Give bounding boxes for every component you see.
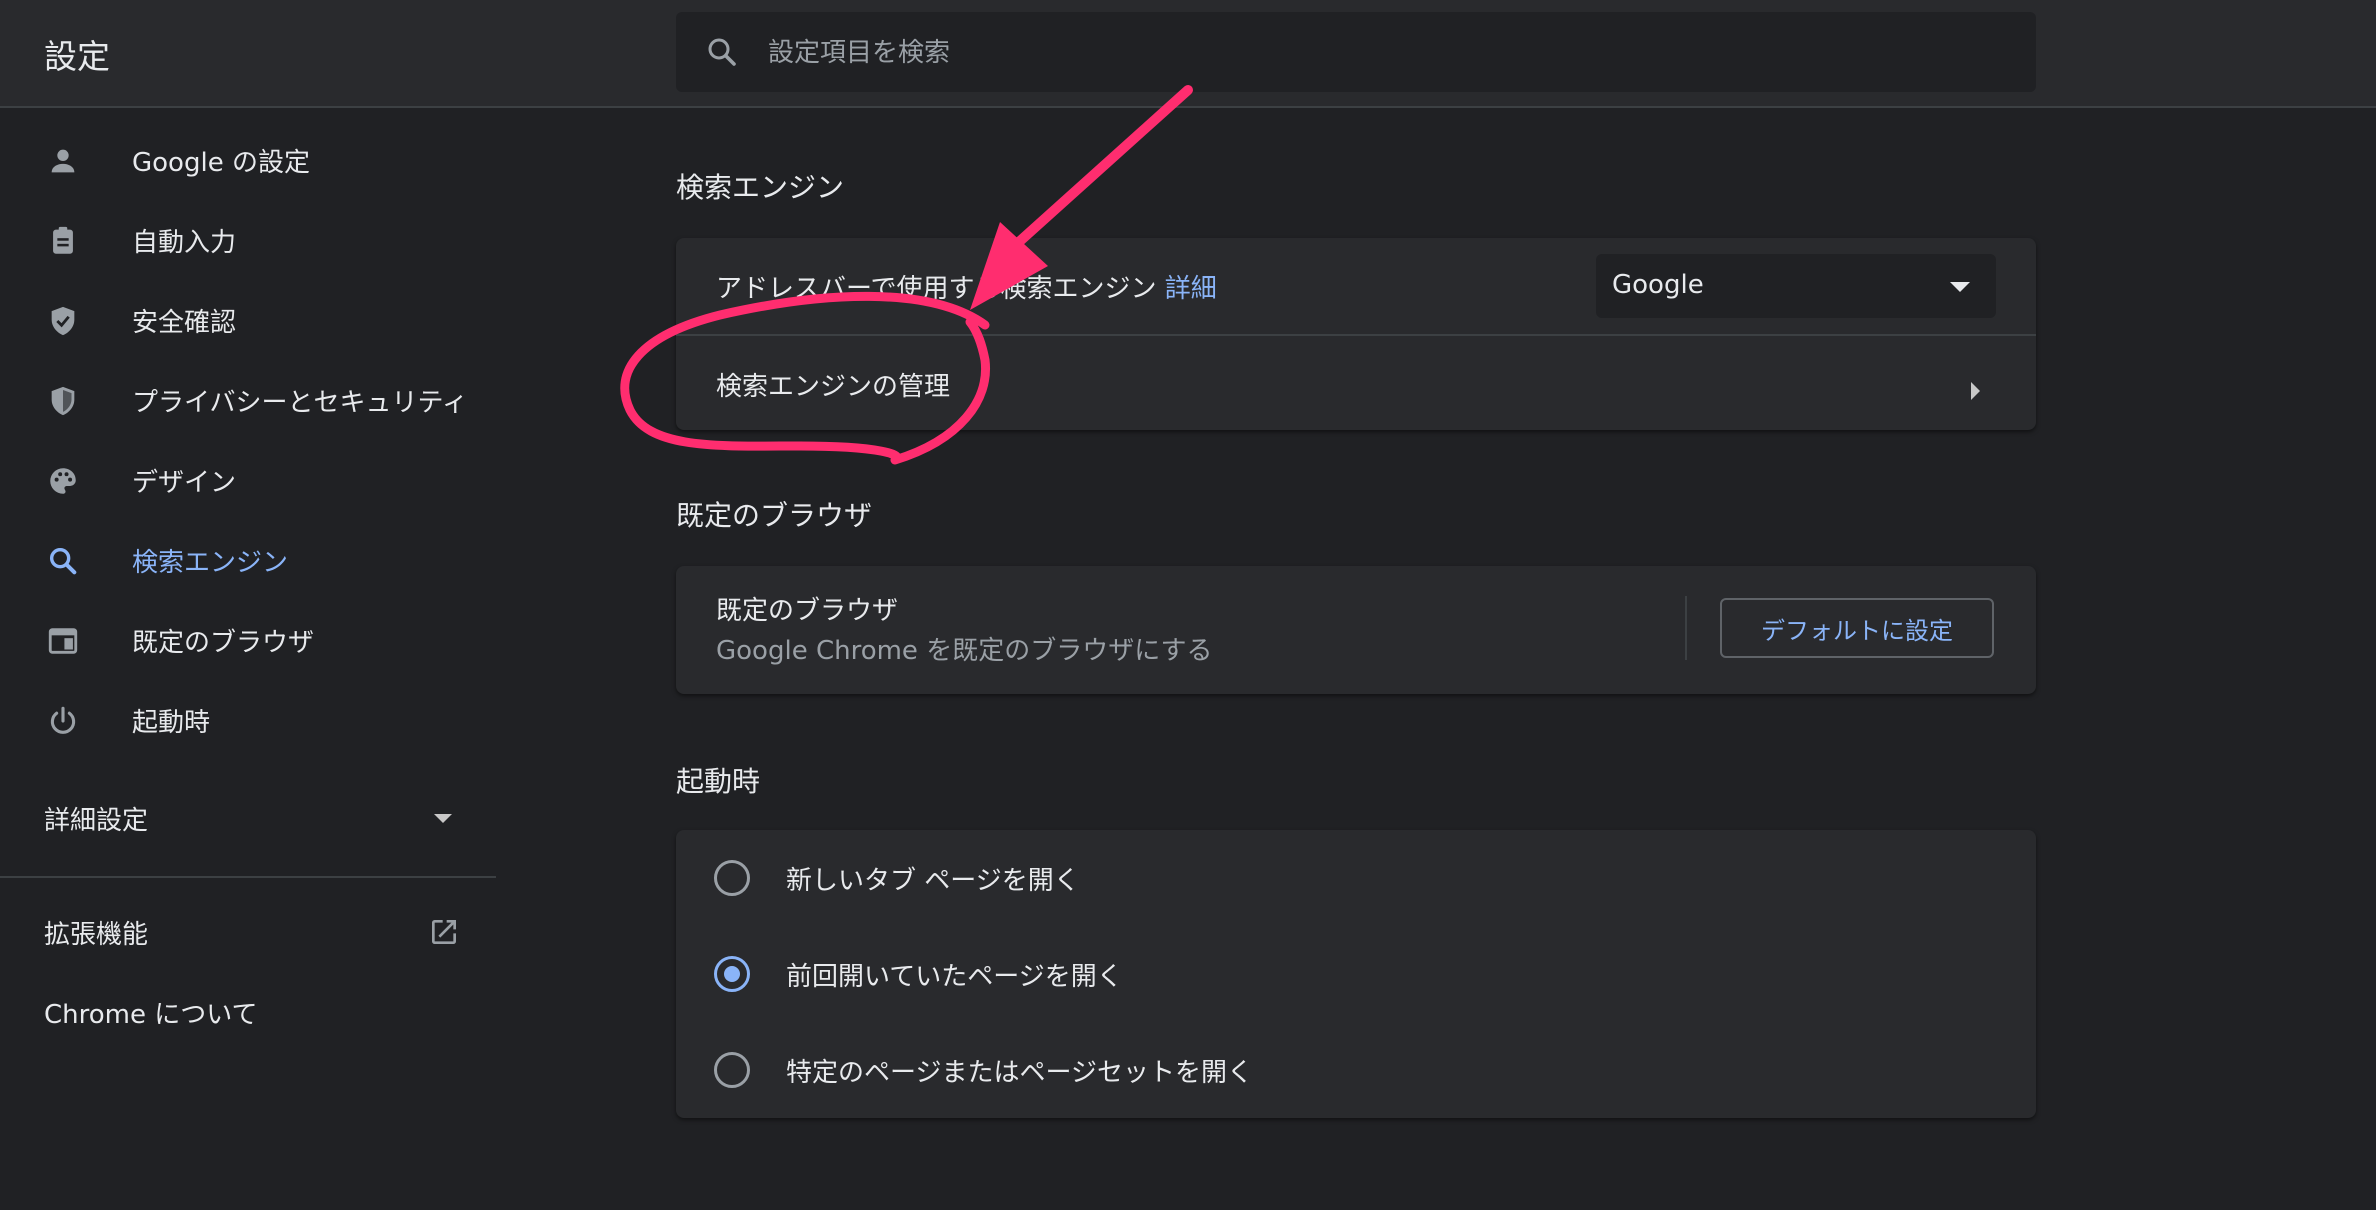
chevron-right-icon xyxy=(1971,382,1980,400)
startup-option-new-tab[interactable]: 新しいタブ ページを開く xyxy=(676,830,2036,926)
radio-label: 新しいタブ ページを開く xyxy=(786,866,1080,896)
sidebar-item-autofill[interactable]: 自動入力 xyxy=(0,202,496,278)
sidebar-item-label: 安全確認 xyxy=(132,308,237,338)
advanced-settings-toggle[interactable]: 詳細設定 xyxy=(44,800,148,837)
search-engine-select[interactable]: Google xyxy=(1596,254,1996,318)
radio-label: 特定のページまたはページセットを開く xyxy=(786,1058,1253,1088)
chevron-down-icon[interactable] xyxy=(434,814,452,823)
search-engine-card: アドレスバーで使用する検索エンジン 詳細 Google 検索エンジンの管理 xyxy=(676,238,2036,430)
palette-icon xyxy=(50,468,76,494)
radio-button-checked[interactable] xyxy=(714,956,750,992)
page-title: 設定 xyxy=(44,37,110,76)
radio-label: 前回開いていたページを開く xyxy=(786,962,1123,992)
power-icon xyxy=(50,706,76,734)
radio-button[interactable] xyxy=(714,1052,750,1088)
sidebar-item-label: デザイン xyxy=(132,468,237,498)
browser-icon xyxy=(48,628,78,654)
sidebar-item-google-settings[interactable]: Google の設定 xyxy=(0,122,496,198)
open-in-new-icon[interactable] xyxy=(428,916,460,948)
search-icon xyxy=(708,38,736,66)
address-bar-engine-label: アドレスバーで使用する検索エンジン xyxy=(716,274,1157,304)
sidebar-item-label: 検索エンジン xyxy=(132,548,289,578)
startup-option-continue[interactable]: 前回開いていたページを開く xyxy=(676,926,2036,1022)
sidebar-item-default-browser[interactable]: 既定のブラウザ xyxy=(0,602,496,678)
section-title-default-browser: 既定のブラウザ xyxy=(676,499,873,532)
default-browser-row-subtitle: Google Chrome を既定のブラウザにする xyxy=(716,636,1213,666)
manage-search-engines-label: 検索エンジンの管理 xyxy=(716,372,951,402)
address-bar-engine-row: アドレスバーで使用する検索エンジン 詳細 xyxy=(716,268,1217,305)
vertical-divider xyxy=(1685,596,1687,660)
default-browser-card: 既定のブラウザ Google Chrome を既定のブラウザにする デフォルトに… xyxy=(676,566,2036,694)
shield-check-icon xyxy=(51,306,75,336)
startup-card: 新しいタブ ページを開く 前回開いていたページを開く 特定のページまたはページセ… xyxy=(676,830,2036,1118)
shield-icon xyxy=(51,386,75,416)
about-chrome-link[interactable]: Chrome について xyxy=(44,994,257,1031)
person-icon xyxy=(51,149,75,173)
section-title-startup: 起動時 xyxy=(676,765,761,798)
make-default-button[interactable]: デフォルトに設定 xyxy=(1720,598,1994,658)
sidebar-item-safety-check[interactable]: 安全確認 xyxy=(0,282,496,358)
sidebar-item-label: 起動時 xyxy=(132,708,211,738)
caret-down-icon xyxy=(1950,282,1970,292)
sidebar-divider xyxy=(0,876,496,878)
sidebar-item-label: 既定のブラウザ xyxy=(132,628,315,658)
sidebar-item-design[interactable]: デザイン xyxy=(0,442,496,518)
sidebar-item-label: Google の設定 xyxy=(132,148,310,178)
startup-option-specific-pages[interactable]: 特定のページまたはページセットを開く xyxy=(676,1022,2036,1118)
search-icon xyxy=(49,547,77,575)
sidebar-item-label: プライバシーとセキュリティ xyxy=(132,388,468,418)
sidebar: Google の設定 自動入力 安全確認 プライバシーとセキュリティ デザイン xyxy=(0,108,496,1210)
sidebar-item-label: 自動入力 xyxy=(132,228,237,258)
sidebar-item-search-engine[interactable]: 検索エンジン xyxy=(0,522,496,598)
details-link[interactable]: 詳細 xyxy=(1165,274,1217,304)
search-input[interactable] xyxy=(766,28,1970,78)
default-browser-row-title: 既定のブラウザ xyxy=(716,596,899,626)
top-bar: 設定 xyxy=(0,0,2376,108)
sidebar-item-privacy[interactable]: プライバシーとセキュリティ xyxy=(0,362,496,438)
annotation-arrow-shaft xyxy=(1005,85,1193,255)
extensions-link[interactable]: 拡張機能 xyxy=(44,914,148,951)
search-engine-selected-value: Google xyxy=(1612,270,1704,300)
manage-search-engines-row[interactable]: 検索エンジンの管理 xyxy=(676,336,2036,430)
search-box[interactable] xyxy=(676,12,2036,92)
radio-button[interactable] xyxy=(714,860,750,896)
clipboard-icon xyxy=(53,226,73,254)
section-title-search-engine: 検索エンジン xyxy=(676,171,845,204)
sidebar-item-startup[interactable]: 起動時 xyxy=(0,682,496,758)
